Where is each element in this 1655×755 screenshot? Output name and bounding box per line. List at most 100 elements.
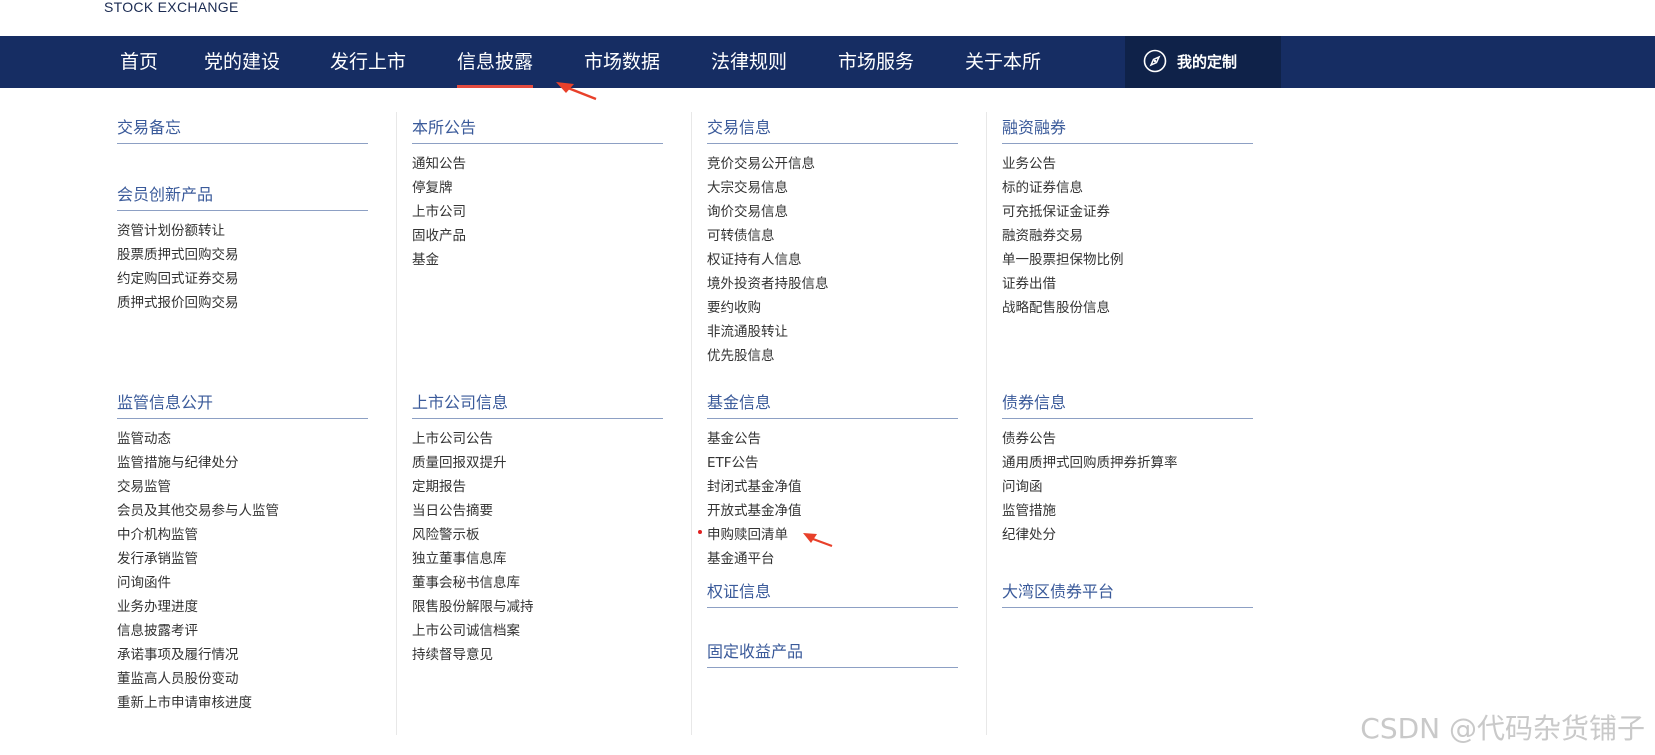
section-rule <box>707 667 958 668</box>
section-title-listed-company-info[interactable]: 上市公司信息 <box>412 389 508 413</box>
menu-link[interactable]: 问询函 <box>1002 475 1043 495</box>
section-rule <box>707 607 958 608</box>
logo-text: STOCK EXCHANGE <box>104 0 239 15</box>
menu-link[interactable]: 封闭式基金净值 <box>707 475 802 495</box>
menu-link[interactable]: 问询函件 <box>117 571 171 591</box>
menu-link[interactable]: 质押式报价回购交易 <box>117 291 239 311</box>
menu-link[interactable]: 约定购回式证券交易 <box>117 267 239 287</box>
menu-link[interactable]: 会员及其他交易参与人监管 <box>117 499 279 519</box>
section-title-trading-info[interactable]: 交易信息 <box>707 114 771 138</box>
my-custom-button[interactable]: 我的定制 <box>1125 36 1281 88</box>
section-title-member-innovation[interactable]: 会员创新产品 <box>117 181 213 205</box>
section-title-margin-trading[interactable]: 融资融券 <box>1002 114 1066 138</box>
menu-link[interactable]: 监管动态 <box>117 427 171 447</box>
section-title-trade-memo[interactable]: 交易备忘 <box>117 114 181 138</box>
compass-icon <box>1143 49 1167 73</box>
menu-link[interactable]: 上市公司公告 <box>412 427 493 447</box>
nav-market-services[interactable]: 市场服务 <box>838 36 914 88</box>
menu-link-creation-redemption-list[interactable]: 申购赎回清单 <box>707 523 788 543</box>
menu-link[interactable]: 交易监管 <box>117 475 171 495</box>
menu-link[interactable]: 监管措施与纪律处分 <box>117 451 239 471</box>
menu-link[interactable]: 战略配售股份信息 <box>1002 296 1110 316</box>
menu-link[interactable]: 债券公告 <box>1002 427 1056 447</box>
menu-link[interactable]: 业务办理进度 <box>117 595 198 615</box>
nav-home[interactable]: 首页 <box>120 36 158 88</box>
section-rule <box>1002 143 1253 144</box>
menu-link[interactable]: 上市公司诚信档案 <box>412 619 520 639</box>
menu-link[interactable]: 固收产品 <box>412 224 466 244</box>
my-custom-label: 我的定制 <box>1177 53 1238 71</box>
menu-link[interactable]: 停复牌 <box>412 176 453 196</box>
menu-link[interactable]: 发行承销监管 <box>117 547 198 567</box>
menu-link[interactable]: 当日公告摘要 <box>412 499 493 519</box>
menu-link[interactable]: 可充抵保证金证券 <box>1002 200 1110 220</box>
section-rule <box>412 143 663 144</box>
menu-link[interactable]: ETF公告 <box>707 451 759 471</box>
menu-link[interactable]: 优先股信息 <box>707 344 775 364</box>
section-title-exchange-notices[interactable]: 本所公告 <box>412 114 476 138</box>
menu-link[interactable]: 承诺事项及履行情况 <box>117 643 239 663</box>
menu-link[interactable]: 资管计划份额转让 <box>117 219 225 239</box>
section-rule <box>707 418 958 419</box>
menu-link[interactable]: 中介机构监管 <box>117 523 198 543</box>
nav-disclosure[interactable]: 信息披露 <box>457 36 534 88</box>
column-divider <box>986 112 987 735</box>
logo-caret-icon: › <box>244 0 249 4</box>
menu-link[interactable]: 境外投资者持股信息 <box>707 272 829 292</box>
menu-link[interactable]: 非流通股转让 <box>707 320 788 340</box>
menu-link[interactable]: 质量回报双提升 <box>412 451 507 471</box>
menu-link[interactable]: 标的证券信息 <box>1002 176 1083 196</box>
watermark-text: CSDN @代码杂货铺子 <box>1360 712 1645 745</box>
section-title-warrant-info[interactable]: 权证信息 <box>707 578 771 602</box>
menu-link[interactable]: 竞价交易公开信息 <box>707 152 815 172</box>
section-title-regulatory-info[interactable]: 监管信息公开 <box>117 389 213 413</box>
menu-link[interactable]: 证券出借 <box>1002 272 1056 292</box>
menu-link[interactable]: 董监高人员股份变动 <box>117 667 239 687</box>
nav-issuance-listing[interactable]: 发行上市 <box>330 36 406 88</box>
menu-link[interactable]: 通用质押式回购质押券折算率 <box>1002 451 1178 471</box>
menu-link[interactable]: 独立董事信息库 <box>412 547 507 567</box>
section-title-greater-bay-bond-platform[interactable]: 大湾区债券平台 <box>1002 578 1114 602</box>
menu-link[interactable]: 董事会秘书信息库 <box>412 571 520 591</box>
section-title-bond-info[interactable]: 债券信息 <box>1002 389 1066 413</box>
menu-link[interactable]: 基金通平台 <box>707 547 775 567</box>
menu-link[interactable]: 业务公告 <box>1002 152 1056 172</box>
menu-link[interactable]: 定期报告 <box>412 475 466 495</box>
column-divider <box>691 112 692 735</box>
menu-link[interactable]: 纪律处分 <box>1002 523 1056 543</box>
menu-link[interactable]: 询价交易信息 <box>707 200 788 220</box>
annotation-arrow-icon <box>803 533 833 548</box>
menu-link[interactable]: 可转债信息 <box>707 224 775 244</box>
main-nav: 首页 党的建设 发行上市 信息披露 市场数据 法律规则 市场服务 关于本所 我的… <box>0 36 1655 88</box>
section-rule <box>117 210 368 211</box>
menu-link[interactable]: 单一股票担保物比例 <box>1002 248 1124 268</box>
menu-link[interactable]: 股票质押式回购交易 <box>117 243 239 263</box>
nav-party-building[interactable]: 党的建设 <box>204 36 280 88</box>
section-title-fund-info[interactable]: 基金信息 <box>707 389 771 413</box>
menu-link[interactable]: 基金公告 <box>707 427 761 447</box>
section-rule <box>707 143 958 144</box>
menu-link[interactable]: 基金 <box>412 248 439 268</box>
menu-link[interactable]: 持续督导意见 <box>412 643 493 663</box>
nav-about[interactable]: 关于本所 <box>965 36 1041 88</box>
menu-link[interactable]: 融资融券交易 <box>1002 224 1083 244</box>
section-title-fixed-income[interactable]: 固定收益产品 <box>707 638 803 662</box>
highlight-dot-icon <box>698 530 702 534</box>
nav-rules[interactable]: 法律规则 <box>711 36 787 88</box>
menu-link[interactable]: 风险警示板 <box>412 523 480 543</box>
menu-link[interactable]: 信息披露考评 <box>117 619 198 639</box>
section-rule <box>1002 607 1253 608</box>
section-rule <box>412 418 663 419</box>
menu-link[interactable]: 重新上市申请审核进度 <box>117 691 252 711</box>
logo-area: STOCK EXCHANGE › <box>0 0 1655 36</box>
menu-link[interactable]: 要约收购 <box>707 296 761 316</box>
section-rule <box>117 418 368 419</box>
menu-link[interactable]: 大宗交易信息 <box>707 176 788 196</box>
menu-link[interactable]: 上市公司 <box>412 200 466 220</box>
menu-link[interactable]: 限售股份解限与减持 <box>412 595 534 615</box>
menu-link[interactable]: 通知公告 <box>412 152 466 172</box>
menu-link[interactable]: 监管措施 <box>1002 499 1056 519</box>
menu-link[interactable]: 权证持有人信息 <box>707 248 802 268</box>
annotation-arrow-icon <box>556 82 597 101</box>
menu-link[interactable]: 开放式基金净值 <box>707 499 802 519</box>
